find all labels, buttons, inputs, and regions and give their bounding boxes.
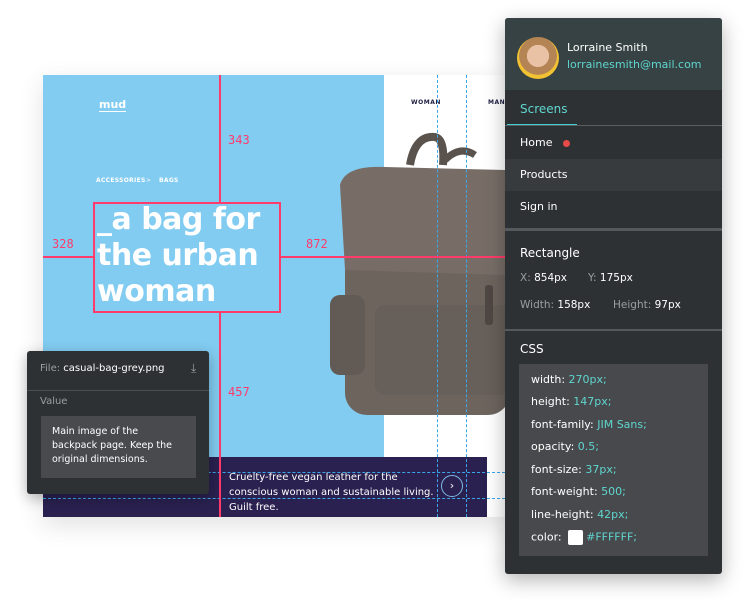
- rect-x: X: 854px: [520, 272, 567, 284]
- css-block: width: 270px; height: 147px; font-family…: [519, 364, 708, 556]
- guide-line: [466, 75, 467, 517]
- height-label: Height:: [613, 299, 652, 311]
- user-name: Lorraine Smith: [567, 41, 648, 54]
- y-label: Y:: [588, 272, 597, 284]
- measure-line-bottom: [219, 313, 221, 517]
- user-email: lorrainesmith@mail.com: [567, 58, 702, 71]
- breadcrumb-accessories[interactable]: ACCESSORIES: [96, 177, 146, 184]
- file-row: File: casual-bag-grey.png: [40, 363, 165, 374]
- width-value: 158px: [557, 299, 591, 311]
- nav-man[interactable]: MAN: [488, 99, 505, 106]
- measure-left: 328: [52, 237, 74, 251]
- css-prop: font-size: 37px;: [531, 463, 617, 476]
- chevron-right-circle-icon[interactable]: ›: [441, 475, 463, 497]
- screen-label: Home: [520, 136, 553, 149]
- css-key: line-height:: [531, 508, 594, 521]
- measure-line-top: [219, 75, 221, 202]
- css-prop: font-family: JIM Sans;: [531, 418, 647, 431]
- css-value: 42px;: [597, 508, 629, 521]
- measure-line-left: [43, 256, 93, 258]
- css-key: font-family:: [531, 418, 594, 431]
- breadcrumb-separator: >: [146, 177, 152, 184]
- css-prop: width: 270px;: [531, 373, 607, 386]
- css-value: 270px;: [568, 373, 607, 386]
- selected-rectangle[interactable]: [93, 202, 281, 313]
- css-prop: color: #FFFFFF;: [531, 530, 637, 545]
- screen-item-home[interactable]: Home: [505, 126, 722, 158]
- css-value: 0.5;: [577, 440, 599, 453]
- rect-y: Y: 175px: [588, 272, 633, 284]
- css-key: color:: [531, 530, 562, 544]
- inspector-panel: Lorraine Smith lorrainesmith@mail.com Sc…: [505, 18, 722, 574]
- css-value: 147px;: [573, 395, 612, 408]
- css-prop: line-height: 42px;: [531, 508, 628, 521]
- file-panel: File: casual-bag-grey.png ⤓ Value Main i…: [27, 351, 209, 494]
- tab-screens[interactable]: Screens: [520, 102, 568, 116]
- css-key: width:: [531, 373, 566, 386]
- css-value: JIM Sans;: [597, 418, 647, 431]
- css-value: 500;: [601, 485, 626, 498]
- css-key: font-weight:: [531, 485, 598, 498]
- measure-right: 872: [306, 237, 328, 251]
- breadcrumb-bags[interactable]: BAGS: [159, 177, 179, 184]
- css-prop: opacity: 0.5;: [531, 440, 599, 453]
- css-title: CSS: [520, 342, 544, 356]
- avatar[interactable]: [517, 37, 559, 79]
- screen-item-sign-in[interactable]: Sign in: [505, 191, 722, 223]
- download-icon[interactable]: ⤓: [191, 361, 196, 376]
- css-value: #FFFFFF;: [586, 530, 637, 544]
- logo: mud: [99, 98, 127, 112]
- value-textarea[interactable]: Main image of the backpack page. Keep th…: [41, 416, 196, 478]
- backpack-image: [330, 132, 505, 415]
- css-prop: height: 147px;: [531, 395, 611, 408]
- rect-height: Height: 97px: [613, 299, 681, 311]
- css-value: 37px;: [585, 463, 617, 476]
- file-name: casual-bag-grey.png: [63, 363, 165, 374]
- value-label: Value: [40, 396, 68, 407]
- color-swatch[interactable]: [568, 530, 584, 545]
- tagline: Cruelty-free vegan leather for the consc…: [229, 472, 434, 513]
- screen-label: Products: [520, 168, 568, 181]
- css-key: opacity:: [531, 440, 575, 453]
- measure-top: 343: [228, 133, 250, 147]
- css-key: height:: [531, 395, 570, 408]
- measure-bottom: 457: [228, 385, 250, 399]
- measure-line-right: [281, 256, 505, 258]
- screen-item-products[interactable]: Products: [505, 159, 722, 191]
- divider: [27, 390, 209, 391]
- x-label: X:: [520, 272, 531, 284]
- rect-width: Width: 158px: [520, 299, 590, 311]
- guide-line: [437, 75, 438, 517]
- file-label: File:: [40, 363, 61, 374]
- x-value: 854px: [534, 272, 567, 284]
- y-value: 175px: [599, 272, 633, 284]
- css-prop: font-weight: 500;: [531, 485, 626, 498]
- css-key: font-size:: [531, 463, 582, 476]
- height-value: 97px: [654, 299, 681, 311]
- divider: [505, 329, 722, 331]
- rectangle-title: Rectangle: [520, 246, 580, 260]
- unread-badge: [563, 140, 570, 147]
- screen-label: Sign in: [520, 200, 558, 213]
- width-label: Width:: [520, 299, 555, 311]
- divider: [505, 228, 722, 231]
